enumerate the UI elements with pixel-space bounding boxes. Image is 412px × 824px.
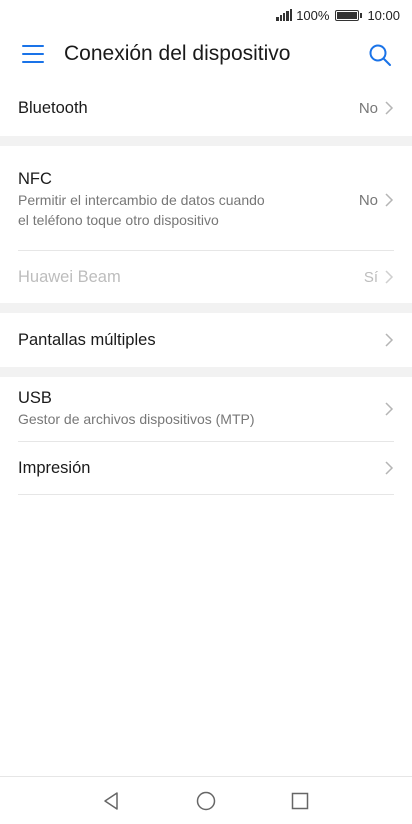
chevron-right-icon xyxy=(385,101,394,115)
huawei-beam-title: Huawei Beam xyxy=(18,267,121,286)
search-icon[interactable] xyxy=(368,43,392,67)
print-title: Impresión xyxy=(18,458,91,477)
huawei-beam-row: Huawei Beam Sí xyxy=(0,251,412,303)
usb-row[interactable]: USB Gestor de archivos dispositivos (MTP… xyxy=(0,377,412,441)
section-divider xyxy=(0,303,412,313)
bluetooth-title: Bluetooth xyxy=(18,98,88,117)
app-bar: Conexión del dispositivo xyxy=(0,30,412,80)
bluetooth-value: No xyxy=(358,99,378,117)
chevron-right-icon xyxy=(385,193,394,207)
section-divider xyxy=(0,136,412,146)
signal-icon xyxy=(276,9,293,21)
nfc-title: NFC xyxy=(18,170,52,188)
usb-title: USB xyxy=(18,388,52,407)
page-title: Conexión del dispositivo xyxy=(64,42,291,65)
battery-level: 100% xyxy=(296,7,330,23)
battery-icon xyxy=(335,9,363,21)
status-bar: 100% 10:00 xyxy=(0,0,412,30)
row-divider xyxy=(18,494,394,495)
multi-screen-title: Pantallas múltiples xyxy=(18,330,156,349)
nfc-value: No xyxy=(358,191,378,209)
chevron-right-icon xyxy=(385,461,394,475)
nfc-subtitle: Permitir el intercambio de datos cuando … xyxy=(18,192,265,228)
recents-icon[interactable] xyxy=(288,789,312,813)
back-icon[interactable] xyxy=(100,789,124,813)
print-row[interactable]: Impresión xyxy=(0,442,412,494)
home-icon[interactable] xyxy=(194,789,218,813)
multi-screen-row[interactable]: Pantallas múltiples xyxy=(0,313,412,367)
chevron-right-icon xyxy=(385,333,394,347)
settings-list: Bluetooth No NFC Permitir el intercambio… xyxy=(0,80,412,495)
nfc-row[interactable]: NFC Permitir el intercambio de datos cua… xyxy=(0,146,412,250)
section-divider xyxy=(0,367,412,377)
chevron-right-icon xyxy=(385,270,394,284)
bluetooth-row[interactable]: Bluetooth No xyxy=(0,80,412,136)
menu-icon[interactable] xyxy=(22,45,44,63)
usb-subtitle: Gestor de archivos dispositivos (MTP) xyxy=(18,410,255,427)
chevron-right-icon xyxy=(385,402,394,416)
navigation-bar xyxy=(0,776,412,824)
huawei-beam-value: Sí xyxy=(363,268,378,286)
clock: 10:00 xyxy=(367,7,400,23)
